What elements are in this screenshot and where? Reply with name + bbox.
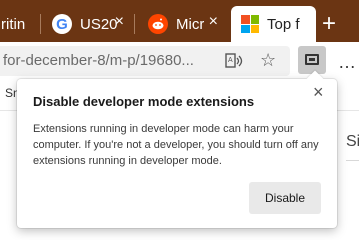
tab-label: US20: [80, 15, 118, 33]
popup-message: Extensions running in developer mode can…: [33, 123, 319, 167]
tab-close-icon[interactable]: ×: [115, 14, 124, 30]
address-bar[interactable]: for-december-8/m-p/19680... A ☆: [0, 46, 290, 76]
tab-notion[interactable]: ritin: [0, 6, 36, 42]
tab-separator: [40, 14, 41, 34]
tab-label: Micr: [176, 15, 205, 33]
tab-reddit[interactable]: Micr ×: [138, 6, 226, 42]
new-tab-button[interactable]: +: [322, 12, 336, 36]
svg-text:A: A: [228, 57, 233, 64]
developer-mode-popup: Disable developer mode extensions × Exte…: [17, 79, 337, 228]
reddit-icon: [148, 14, 168, 34]
read-aloud-icon[interactable]: A: [224, 51, 244, 71]
microsoft-icon: [241, 15, 259, 33]
toolbar: for-december-8/m-p/19680... A ☆ …: [0, 42, 359, 80]
divider: [346, 160, 359, 161]
popup-title: Disable developer mode extensions: [33, 94, 255, 109]
tab-label: ritin: [1, 15, 26, 33]
disable-button[interactable]: Disable: [249, 182, 321, 214]
more-options-icon[interactable]: …: [338, 52, 357, 73]
extension-icon: [305, 54, 319, 65]
tab-strip: ritin G US20 × Micr × Top f +: [0, 0, 359, 42]
page-side-text: Si: [346, 133, 359, 150]
google-icon: G: [52, 14, 72, 34]
close-icon[interactable]: ×: [313, 82, 324, 103]
tab-label: Top f: [267, 15, 300, 33]
tab-close-icon[interactable]: ×: [209, 14, 218, 30]
extensions-button[interactable]: [298, 46, 326, 74]
tab-google[interactable]: G US20 ×: [42, 6, 132, 42]
favorite-star-icon[interactable]: ☆: [260, 50, 276, 71]
tab-microsoft-active[interactable]: Top f: [231, 6, 316, 42]
tab-separator: [134, 14, 135, 34]
url-text[interactable]: for-december-8/m-p/19680...: [3, 52, 215, 69]
